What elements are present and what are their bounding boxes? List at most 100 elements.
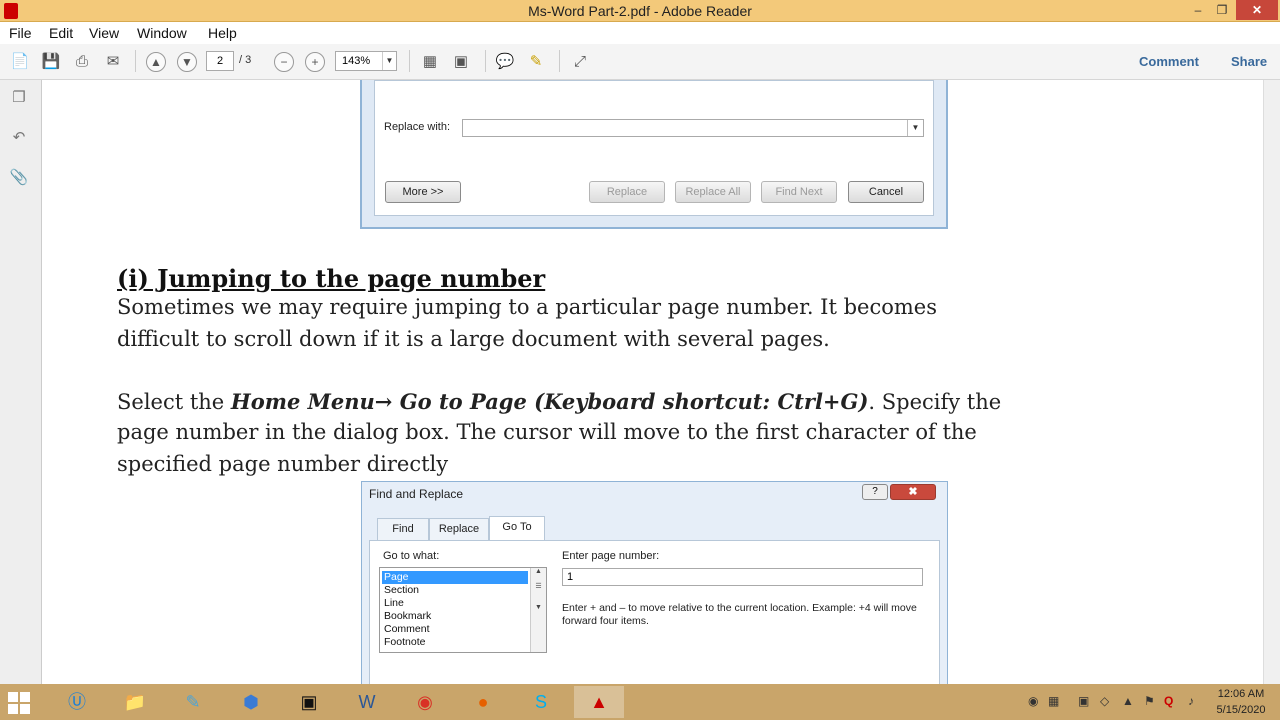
replace-with-combo: ▼ [462, 119, 924, 137]
fit-page-icon[interactable]: ▦ [420, 52, 440, 72]
toolbar-divider [135, 50, 136, 72]
chrome-icon[interactable]: ◉ [400, 686, 450, 718]
window-title: Ms-Word Part-2.pdf - Adobe Reader [528, 3, 752, 19]
replace-all-button: Replace All [675, 181, 751, 203]
signatures-icon[interactable]: ↶ [9, 128, 29, 148]
command-prompt-icon[interactable]: ▣ [284, 686, 334, 718]
zoom-select[interactable]: 143% ▼ [335, 51, 397, 71]
tray-icon[interactable]: ◇ [1100, 694, 1109, 708]
page-number-field: 1 [562, 568, 923, 586]
list-item: Footnote [384, 636, 426, 648]
share-pane-link[interactable]: Share [1231, 54, 1267, 69]
fit-width-icon[interactable]: ▣ [451, 52, 471, 72]
list-item: Line [384, 597, 404, 609]
more-button: More >> [385, 181, 461, 203]
network-icon[interactable]: ▲ [1122, 694, 1134, 708]
tray-icon[interactable]: ◉ [1028, 694, 1038, 708]
go-to-hint: Enter + and – to move relative to the cu… [562, 602, 917, 627]
paragraph-line: difficult to scroll down if it is a larg… [117, 327, 830, 351]
toolbar-divider [485, 50, 486, 72]
navigation-pane: ❐ ↶ 📎 [0, 80, 42, 684]
title-bar: Ms-Word Part-2.pdf - Adobe Reader – ❐ ✕ [0, 0, 1280, 22]
tab-find: Find [377, 518, 429, 540]
list-item: Comment [384, 623, 430, 635]
volume-icon[interactable]: ♪ [1188, 694, 1194, 708]
go-to-what-list: Page Section Line Bookmark Comment Footn… [379, 567, 547, 653]
paragraph-line: page number in the dialog box. The curso… [117, 420, 977, 444]
taskbar: Ⓤ 📁 ✎ ⬢ ▣ W ◉ ● S ▲ ◉ ▦ ▣ ◇ ▲ ⚑ Q ♪ 12:0… [0, 684, 1280, 720]
skype-icon[interactable]: S [516, 686, 566, 718]
page-number-input[interactable]: 2 [206, 51, 234, 71]
start-button[interactable] [8, 692, 30, 714]
tab-replace: Replace [429, 518, 489, 540]
action-center-icon[interactable]: ⚑ [1144, 694, 1155, 708]
menu-bar: File Edit View Window Help [0, 22, 1280, 44]
toolbar-divider [409, 50, 410, 72]
menu-path-text: Home Menu→ Go to Page (Keyboard shortcut… [230, 389, 869, 414]
close-icon: ✖ [890, 484, 936, 500]
clock[interactable]: 12:06 AM 5/15/2020 [1210, 686, 1272, 718]
enter-page-label: Enter page number: [562, 550, 660, 562]
replace-dialog-body: Replace with: ▼ More >> Replace Replace … [374, 80, 934, 216]
list-item: Page [382, 571, 528, 584]
print-icon[interactable]: ⎙ [72, 52, 92, 72]
attachments-icon[interactable]: 📎 [9, 168, 29, 188]
previous-page-icon[interactable]: ▲ [146, 52, 166, 72]
paragraph-text: Select the [117, 390, 231, 414]
page-total: / 3 [239, 54, 252, 66]
clock-time: 12:06 AM [1217, 688, 1265, 700]
internet-explorer-icon[interactable]: Ⓤ [52, 686, 102, 718]
clock-date: 5/15/2020 [1216, 704, 1266, 716]
list-item: Bookmark [384, 610, 432, 622]
list-scrollbar: ▲ ☰ ▼ [530, 568, 546, 652]
tray-icon[interactable]: ▣ [1078, 694, 1089, 708]
expand-icon[interactable]: ⤢ [570, 52, 590, 72]
chevron-down-icon[interactable]: ▼ [382, 52, 396, 70]
page-thumbnails-icon[interactable]: ❐ [9, 88, 29, 108]
paragraph-line: specified page number directly [117, 452, 449, 476]
firefox-icon[interactable]: ● [458, 686, 508, 718]
cancel-button: Cancel [848, 181, 924, 203]
go-to-what-label: Go to what: [383, 550, 440, 562]
q-icon[interactable]: Q [1164, 694, 1173, 708]
paragraph-text: . Specify the [868, 390, 1002, 414]
file-explorer-icon[interactable]: 📁 [110, 686, 160, 718]
comment-pane-link[interactable]: Comment [1139, 54, 1199, 69]
close-button[interactable]: ✕ [1236, 0, 1278, 20]
menu-file[interactable]: File [9, 25, 32, 41]
paragraph-line: Select the Home Menu→ Go to Page (Keyboa… [117, 386, 1001, 418]
help-icon: ? [862, 484, 888, 500]
document-view[interactable]: Replace with: ▼ More >> Replace Replace … [43, 80, 1263, 684]
menu-view[interactable]: View [89, 25, 119, 41]
find-next-button: Find Next [761, 181, 837, 203]
replace-button: Replace [589, 181, 665, 203]
adobe-reader-taskbar-icon[interactable]: ▲ [574, 686, 624, 718]
email-icon[interactable]: ✉ [103, 52, 123, 72]
menu-help[interactable]: Help [208, 25, 237, 41]
save-icon[interactable]: 💾 [41, 52, 61, 72]
chevron-down-icon: ▼ [907, 120, 923, 136]
virtualbox-icon[interactable]: ⬢ [226, 686, 276, 718]
minimize-button[interactable]: – [1188, 0, 1208, 20]
replace-dialog-image: Replace with: ▼ More >> Replace Replace … [360, 80, 948, 229]
word-icon[interactable]: W [342, 686, 392, 718]
dialog-title: Find and Replace [369, 487, 464, 501]
paragraph-line: Sometimes we may require jumping to a pa… [117, 295, 937, 319]
zoom-value: 143% [342, 55, 371, 67]
create-pdf-icon[interactable]: 📄 [10, 52, 30, 72]
vertical-scrollbar[interactable] [1263, 80, 1280, 684]
zoom-in-icon[interactable]: + [305, 52, 325, 72]
go-to-dialog-image: Find and Replace ? ✖ Find Replace Go To … [361, 481, 948, 684]
menu-window[interactable]: Window [137, 25, 187, 41]
maximize-button[interactable]: ❐ [1212, 0, 1232, 20]
menu-edit[interactable]: Edit [49, 25, 73, 41]
tray-icon[interactable]: ▦ [1048, 694, 1059, 708]
next-page-icon[interactable]: ▼ [177, 52, 197, 72]
list-item: Section [384, 584, 420, 596]
section-heading: (i) Jumping to the page number [117, 264, 546, 293]
highlight-icon[interactable]: ✎ [526, 52, 546, 72]
sticky-note-icon[interactable]: 💬 [495, 52, 515, 72]
zoom-out-icon[interactable]: − [274, 52, 294, 72]
tab-go-to: Go To [489, 516, 545, 540]
notepad-icon[interactable]: ✎ [168, 686, 218, 718]
